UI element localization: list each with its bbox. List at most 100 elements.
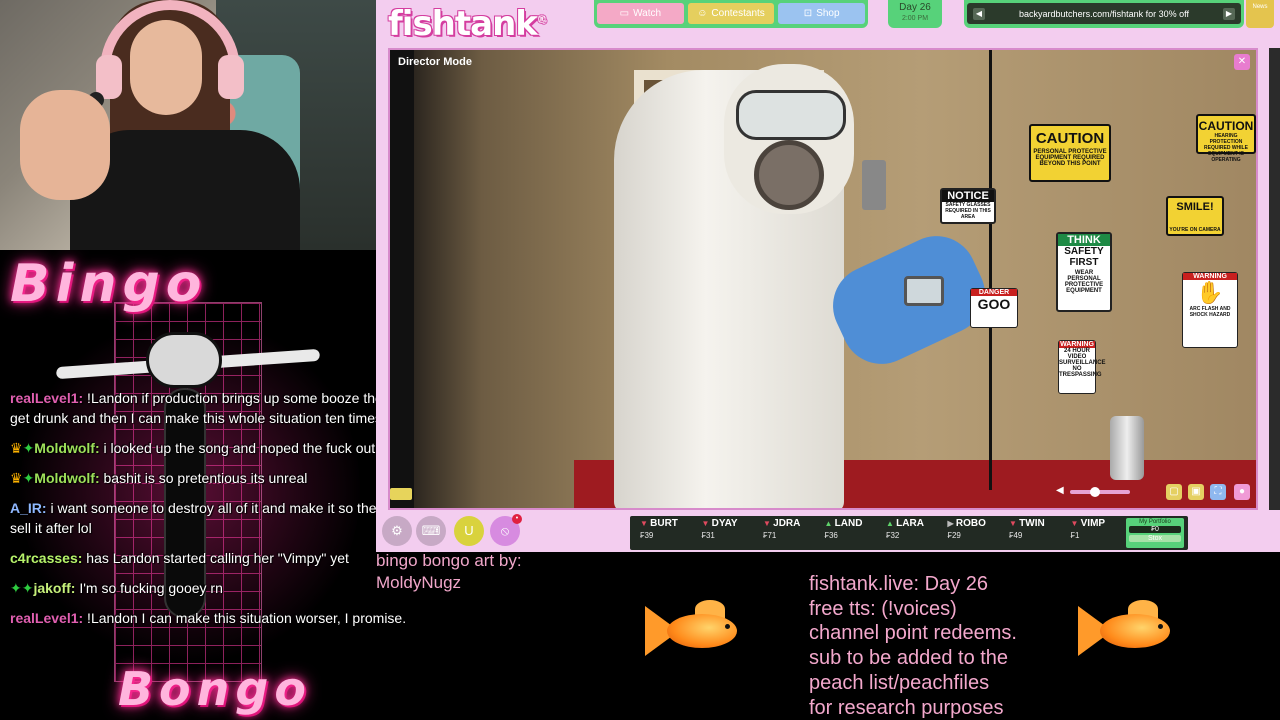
ticker-value: ₣1 [1071,531,1127,540]
info-line: fishtank.live: Day 26 [809,573,988,595]
trend-down-icon: ▼ [701,519,712,528]
trend-up-icon: ▲ [824,519,835,528]
ticker-value: ₣29 [948,531,1004,540]
stox-button[interactable]: Stox [1129,535,1181,542]
hanging-cable [989,50,992,490]
bingo-title: Bingo [10,254,208,314]
logo-text: fishtank [388,4,538,44]
close-icon[interactable]: ✕ [1234,54,1250,70]
notice-head: NOTICE [942,190,994,202]
volume-handle[interactable] [1090,487,1100,497]
art-credit-line2: MoldyNugz [376,573,462,592]
ticker-value: ₣36 [825,531,881,540]
trend-flat-icon: ▶ [947,519,956,528]
ticker-item-burt[interactable]: ▼ BURT ₣39 [634,518,696,548]
ticker-item-twin[interactable]: ▼ TWIN ₣49 [1003,518,1065,548]
ticker-symbol: ▲ LARA [886,518,942,529]
ticker-value-text: 36 [828,531,838,540]
surveillance-warning-sign: WARNING 24 HOUR VIDEO SURVEILLANCE NO TR… [1058,340,1106,394]
ticker-item-jdra[interactable]: ▼ JDRA ₣71 [757,518,819,548]
ticker-item-lara[interactable]: ▲ LARA ₣32 [880,518,942,548]
notification-badge: • [512,514,522,524]
fishtank-logo[interactable]: fishtank® [388,4,547,44]
chat-username[interactable]: Moldwolf: [34,440,99,456]
ticker-symbol: ▶ ROBO [948,518,1004,529]
ticker-item-robo[interactable]: ▶ ROBO ₣29 [942,518,1004,548]
fishtank-website: fishtank® ▭ Watch ☺ Contestants ⊡ Shop Day … [376,0,1280,552]
ticker-symbol: ▼ DYAY [702,518,758,529]
chat-username[interactable]: jakoff: [33,580,75,596]
art-credit: bingo bongo art by: MoldyNugz [376,550,522,594]
ticker-value-text: 39 [644,531,654,540]
ticker-value-text: 1 [1074,531,1080,540]
side-panel-edge [1269,48,1280,510]
notice-sign: NOTICE SAFETY GLASSES REQUIRED IN THIS A… [940,188,996,224]
promo-text[interactable]: backyardbutchers.com/fishtank for 30% of… [1019,9,1189,19]
ticker-symbol: ▼ TWIN [1009,518,1065,529]
goggles [736,90,846,140]
chat-username[interactable]: Moldwolf: [34,470,99,486]
chat-message: ♛✦Moldwolf: i looked up the song and nop… [0,435,440,465]
chat-message: c4rcasses: has Landon started calling he… [0,545,440,575]
fullscreen-icon[interactable]: ⛶ [1210,484,1226,500]
ticker-value: ₣39 [640,531,696,540]
ticker-symbol: ▼ VIMP [1071,518,1127,529]
shop-button[interactable]: ⊡ Shop [778,3,866,24]
chat-text: i want someone to destroy all of it and … [10,500,414,536]
ticker-symbol-text: LAND [834,518,863,529]
ticker-item-land[interactable]: ▲ LAND ₣36 [819,518,881,548]
caution-sign-ppe: CAUTION PERSONAL PROTECTIVE EQUIPMENT RE… [1029,124,1111,182]
warning2-body: ARC FLASH AND SHOCK HAZARD [1189,306,1231,318]
settings-gear-icon[interactable]: ⚙ [382,516,412,546]
smile-head: SMILE! [1176,201,1214,213]
screenshot-icon[interactable]: ▣ [1188,484,1204,500]
promo-next-icon[interactable]: ▶ [1222,7,1235,20]
shop-label: Shop [816,8,840,19]
yellow-chip-icon[interactable] [390,488,412,500]
clip-icon[interactable]: ▢ [1166,484,1182,500]
danger-body: GOO [977,296,1011,312]
volume-icon[interactable]: ◀ [1056,485,1064,496]
keyboard-icon[interactable]: ⌨ [416,516,446,546]
smile-small: YOU'RE ON CAMERA [1169,227,1221,233]
contestants-button[interactable]: ☺ Contestants [687,3,775,24]
volume-slider[interactable] [1070,490,1130,494]
day-counter: Day 26 2:00 PM [888,0,942,28]
caution2-head: CAUTION [1198,119,1254,133]
headset-right-ear [218,55,244,99]
ticker-symbol-text: BURT [650,518,678,529]
crown-badge-icon: ♛ [10,440,23,456]
gem-badge-icon: ✦ [10,580,22,596]
top-nav: ▭ Watch ☺ Contestants ⊡ Shop [594,0,868,28]
portfolio-value: ₣0 [1129,526,1181,533]
watch-label: Watch [633,8,662,19]
ticker-item-dyay[interactable]: ▼ DYAY ₣31 [696,518,758,548]
portfolio-label: My Portfolio [1139,519,1171,525]
cart-icon: ⊡ [803,8,813,19]
player-title: Director Mode [398,56,472,68]
promo-prev-icon[interactable]: ◀ [973,7,985,20]
goldfish-left [645,598,765,668]
chat-username[interactable]: c4rcasses: [10,550,82,566]
registered-icon: ® [536,14,547,26]
crown-badge-icon: ♛ [10,470,23,486]
bongo-title: Bongo [118,662,312,716]
think-safety-sign: THINK SAFETY FIRST WEAR PERSONAL PROTECT… [1056,232,1112,312]
chat-username[interactable]: realLevel1: [10,390,83,406]
ticker-item-vimp[interactable]: ▼ VIMP ₣1 [1065,518,1127,548]
streamer-webcam [0,0,376,250]
day-time: 2:00 PM [901,15,929,22]
chat-message: realLevel1: !Landon if production brings… [0,385,440,435]
magnet-icon[interactable]: U [454,516,484,546]
chat-username[interactable]: realLevel1: [10,610,83,626]
record-icon[interactable]: ● [1234,484,1250,500]
watch-button[interactable]: ▭ Watch [597,3,684,24]
chat-username[interactable]: A_IR: [10,500,47,516]
video-player[interactable]: Director Mode ✕ NOTICE SAFETY GLASSES RE… [388,48,1258,510]
trend-down-icon: ▼ [640,519,651,528]
info-line: peach list/peachfiles [809,671,990,694]
player-controls: ◀ ▢ ▣ ⛶ ● [390,478,1256,508]
news-tab[interactable]: News [1246,0,1274,28]
caution2-small: HEARING PROTECTION REQUIRED WHILE EQUIPM… [1204,133,1248,163]
figure-heads [146,332,222,388]
